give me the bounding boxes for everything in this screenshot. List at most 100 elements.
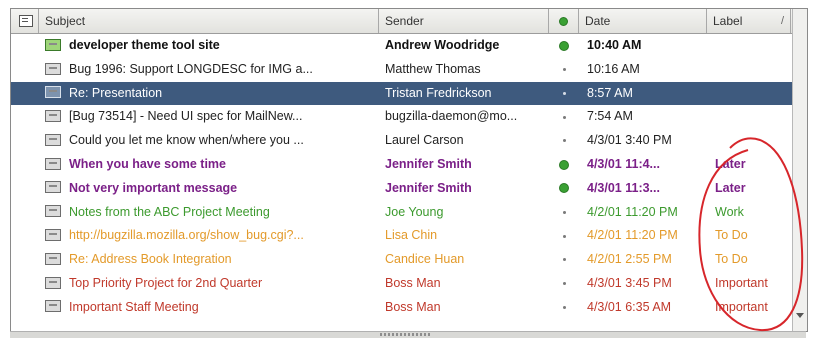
message-subject: Top Priority Project for 2nd Quarter <box>69 275 263 290</box>
envelope-icon <box>45 86 61 99</box>
subject-column-header[interactable]: Subject <box>39 9 379 33</box>
message-subject: http://bugzilla.mozilla.org/show_bug.cgi… <box>69 228 304 243</box>
message-subject: Notes from the ABC Project Meeting <box>69 204 270 219</box>
message-flag[interactable] <box>551 129 577 153</box>
thread-column-icon <box>19 14 33 27</box>
message-flag[interactable] <box>551 58 577 82</box>
message-label <box>715 34 791 58</box>
message-label: Important <box>715 275 768 290</box>
message-row[interactable]: Notes from the ABC Project Meeting Joe Yo… <box>11 201 807 225</box>
small-dot-icon <box>562 68 566 71</box>
flag-column-header[interactable] <box>549 9 579 33</box>
message-flag[interactable] <box>551 248 577 272</box>
message-row[interactable]: Re: Presentation Tristan Fredrickson 8:57 … <box>11 81 807 106</box>
message-flag[interactable] <box>551 153 577 177</box>
message-label <box>715 105 791 129</box>
message-subject: When you have some time <box>69 156 226 171</box>
date-header-label: Date <box>585 14 611 28</box>
envelope-icon <box>45 205 61 218</box>
vertical-scrollbar[interactable] <box>792 9 807 331</box>
small-dot-icon <box>562 305 566 309</box>
message-flag[interactable] <box>551 34 577 58</box>
message-sender: Jennifer Smith <box>385 156 472 171</box>
envelope-icon <box>45 300 61 313</box>
message-date: 10:40 AM <box>587 38 642 52</box>
label-column-header[interactable]: Label / <box>707 9 791 33</box>
message-row[interactable]: Re: Address Book Integration Candice Huan… <box>11 248 807 272</box>
message-icon-cell <box>45 272 63 296</box>
message-label: To Do <box>715 228 748 243</box>
message-row[interactable]: http://bugzilla.mozilla.org/show_bug.cgi… <box>11 224 807 248</box>
message-date: 4/3/01 11:3... <box>587 180 660 195</box>
message-sender: Lisa Chin <box>385 228 438 243</box>
envelope-icon <box>45 181 61 194</box>
sender-column-header[interactable]: Sender <box>379 9 549 33</box>
message-date: 4/3/01 6:35 AM <box>587 299 672 314</box>
message-subject: Important Staff Meeting <box>69 299 199 314</box>
message-date: 4/3/01 3:40 PM <box>587 133 672 148</box>
message-sender: Matthew Thomas <box>385 61 481 76</box>
column-header-bar: Subject Sender Date Label / D <box>11 9 807 34</box>
small-dot-icon <box>562 210 566 214</box>
date-column-header[interactable]: Date <box>579 9 707 33</box>
thread-column-header[interactable] <box>11 9 39 33</box>
message-date: 8:57 AM <box>587 85 633 100</box>
green-dot-icon <box>559 183 569 194</box>
message-label: Work <box>715 204 744 219</box>
message-row[interactable]: [Bug 73514] - Need UI spec for MailNew..… <box>11 105 807 129</box>
message-flag[interactable] <box>551 177 577 201</box>
envelope-icon <box>45 229 61 242</box>
message-date: 4/3/01 3:45 PM <box>587 275 672 290</box>
message-label <box>715 58 791 82</box>
message-flag[interactable] <box>551 296 577 320</box>
special-envelope-icon <box>45 38 61 51</box>
message-date: 4/3/01 11:4... <box>587 156 660 171</box>
green-dot-icon <box>559 40 569 51</box>
message-row[interactable]: Could you let me know when/where you ...… <box>11 129 807 153</box>
message-row[interactable]: Important Staff Meeting Boss Man 4/3/01 6:… <box>11 296 807 320</box>
message-sender: Boss Man <box>385 275 441 290</box>
message-icon-cell <box>45 177 63 201</box>
message-flag[interactable] <box>551 105 577 129</box>
message-icon-cell <box>45 153 63 177</box>
message-rows: developer theme tool site Andrew Woodridg… <box>11 34 807 320</box>
message-list-pane: Subject Sender Date Label / D developer … <box>10 8 808 332</box>
message-label <box>715 82 791 106</box>
message-date: 4/2/01 2:55 PM <box>587 252 672 267</box>
message-row[interactable]: Not very important message Jennifer Smith… <box>11 177 807 201</box>
message-subject: Could you let me know when/where you ... <box>69 133 304 148</box>
message-icon-cell <box>45 105 63 129</box>
small-dot-icon <box>562 139 566 143</box>
message-label: Important <box>715 299 768 314</box>
message-flag[interactable] <box>551 224 577 248</box>
message-subject: developer theme tool site <box>69 38 220 52</box>
message-label: To Do <box>715 252 748 267</box>
message-icon-cell <box>45 224 63 248</box>
sort-indicator-icon: / <box>780 15 784 27</box>
scroll-down-arrow-icon[interactable] <box>796 313 804 318</box>
green-dot-icon <box>559 159 569 170</box>
small-dot-icon <box>562 91 566 95</box>
message-row[interactable]: Bug 1996: Support LONGDESC for IMG a... M… <box>11 58 807 82</box>
envelope-icon <box>45 252 61 265</box>
message-flag[interactable] <box>551 201 577 225</box>
message-icon-cell <box>45 201 63 225</box>
message-row[interactable]: When you have some time Jennifer Smith 4/3… <box>11 153 807 177</box>
pane-splitter[interactable] <box>10 331 806 338</box>
message-flag[interactable] <box>551 272 577 296</box>
envelope-icon <box>45 157 61 170</box>
message-date: 4/2/01 11:20 PM <box>587 228 678 243</box>
message-row[interactable]: developer theme tool site Andrew Woodridg… <box>11 34 807 58</box>
message-sender: Tristan Fredrickson <box>385 85 492 100</box>
message-subject: Bug 1996: Support LONGDESC for IMG a... <box>69 61 313 76</box>
message-date: 4/2/01 11:20 PM <box>587 204 678 219</box>
message-row[interactable]: Top Priority Project for 2nd Quarter Boss… <box>11 272 807 296</box>
envelope-icon <box>45 62 61 75</box>
message-icon-cell <box>45 296 63 320</box>
message-label <box>715 129 791 153</box>
small-dot-icon <box>562 234 566 238</box>
sender-header-label: Sender <box>385 14 424 28</box>
small-dot-icon <box>562 258 566 262</box>
message-flag[interactable] <box>551 82 577 106</box>
envelope-icon <box>45 133 61 146</box>
